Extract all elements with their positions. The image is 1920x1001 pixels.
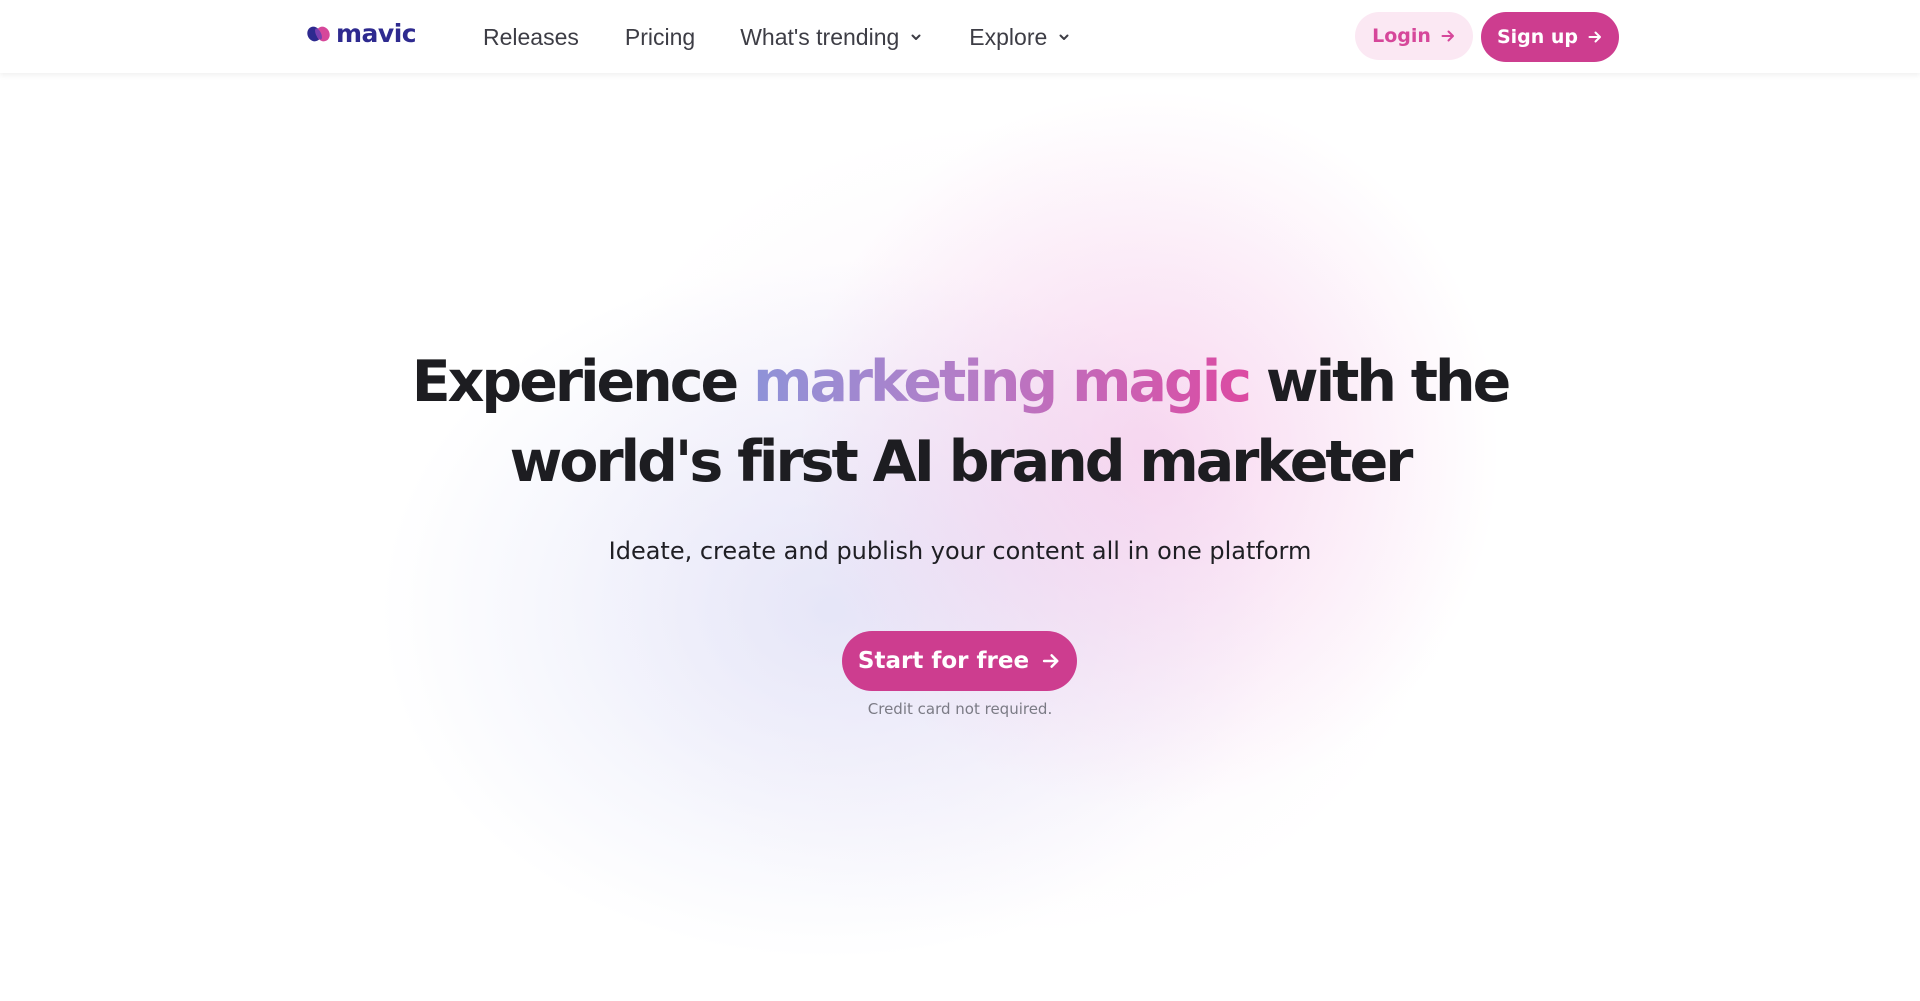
mavic-logo-icon [307, 26, 330, 42]
start-for-free-label: Start for free [857, 648, 1030, 674]
chevron-down-icon [1059, 34, 1069, 40]
hero-title-line2: world's first AI brand marketer [509, 429, 1414, 495]
logo-text: mavic [336, 19, 417, 48]
nav-item-whats-trending[interactable]: What's trending [740, 22, 923, 52]
arrow-right-icon [1588, 31, 1602, 43]
nav-item-label: Pricing [624, 24, 696, 50]
nav-item-releases[interactable]: Releases [483, 22, 579, 52]
site-header: mavic Releases Pricing What's trending E… [0, 0, 1920, 73]
hero-title: Experience marketing magic with the worl… [360, 342, 1560, 502]
signup-button[interactable]: Sign up [1481, 12, 1619, 62]
landing-page: mavic Releases Pricing What's trending E… [0, 0, 1920, 1001]
arrow-right-icon [1441, 30, 1454, 42]
main-nav: Releases Pricing What's trending Explore [483, 22, 1071, 52]
nav-item-pricing[interactable]: Pricing [625, 22, 695, 52]
nav-item-label: Releases [483, 24, 579, 50]
signup-label: Sign up [1496, 26, 1579, 48]
background-glow-soft [560, 120, 1460, 940]
hero-subtitle: Ideate, create and publish your content … [608, 537, 1312, 565]
chevron-down-icon [911, 34, 921, 40]
login-button[interactable]: Login [1355, 12, 1473, 60]
hero-title-part2: with the [1265, 349, 1511, 415]
nav-item-explore[interactable]: Explore [969, 22, 1071, 52]
logo-link[interactable]: mavic [306, 19, 417, 48]
arrow-right-icon [1042, 654, 1059, 668]
login-label: Login [1372, 25, 1431, 47]
nav-item-label: What's trending [740, 24, 900, 50]
hero-title-part1: Experience [411, 349, 739, 415]
nav-item-label: Explore [969, 24, 1048, 50]
hero-title-highlight: marketing magic [753, 349, 1252, 415]
start-for-free-button[interactable]: Start for free [842, 631, 1077, 691]
credit-card-note: Credit card not required. [867, 700, 1053, 718]
